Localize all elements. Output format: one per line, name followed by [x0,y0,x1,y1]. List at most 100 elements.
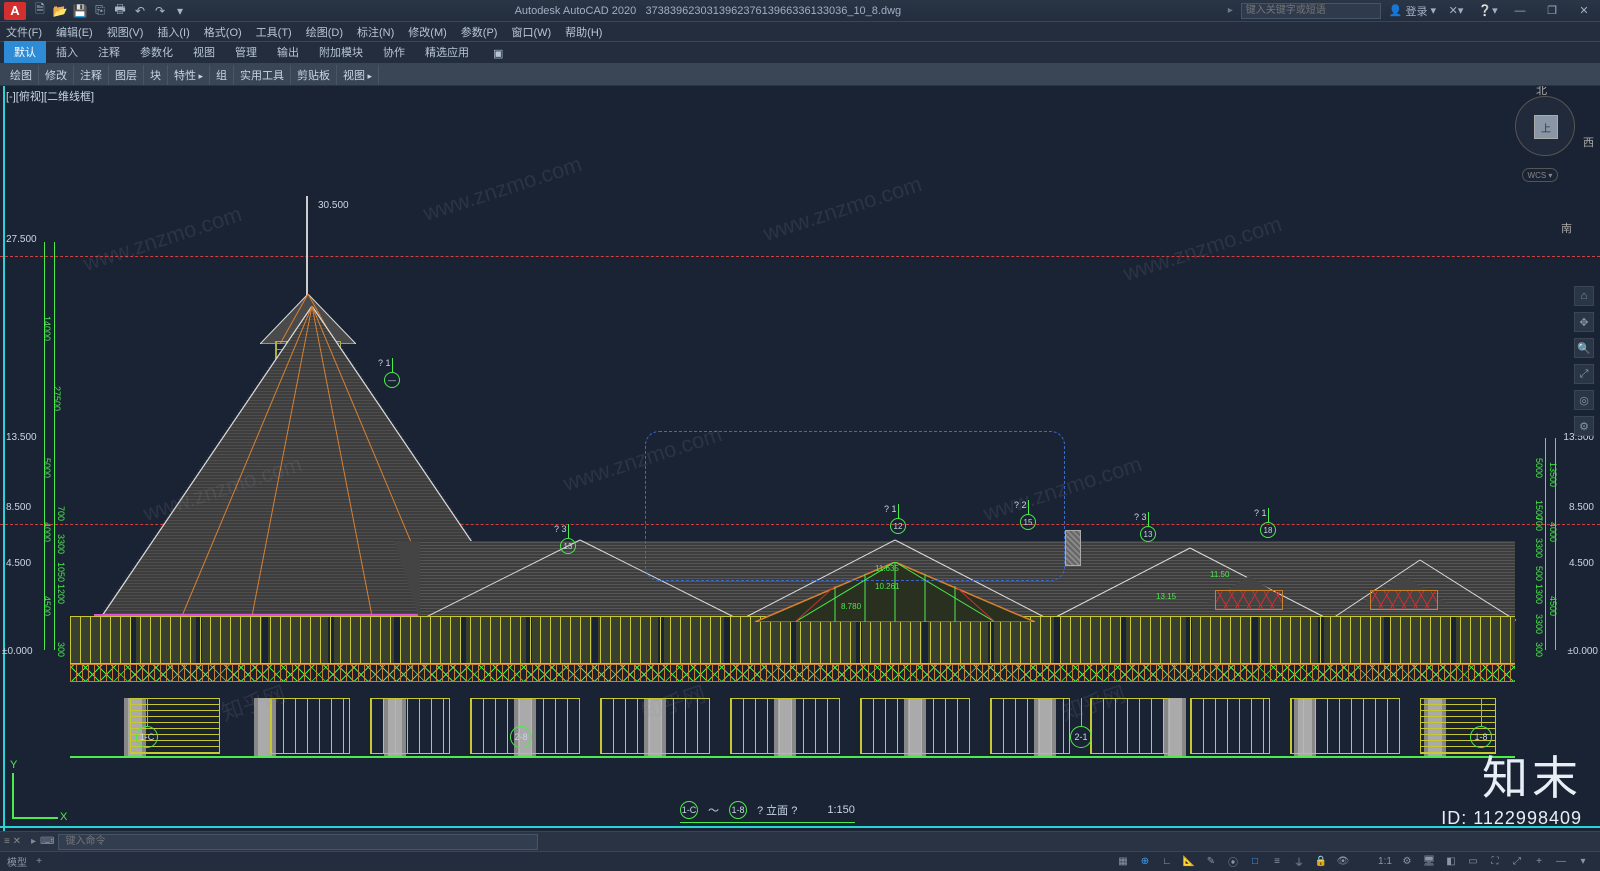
nav-wheel-icon[interactable]: ◎ [1574,390,1594,410]
help-icon[interactable]: ❔▾ [1476,2,1500,20]
maximize-button[interactable]: ❐ [1540,2,1564,20]
menu-window[interactable]: 窗口(W) [511,24,551,40]
ribbon-tab-strip: 默认 插入 注释 参数化 视图 管理 输出 附加模块 协作 精选应用 ▣ [0,42,1600,64]
sb-grid-icon[interactable]: ▦ [1113,854,1133,870]
qat-save-icon[interactable]: 💾 [72,3,88,19]
panel-annotate[interactable]: 注释 [74,65,109,85]
panel-group[interactable]: 组 [210,65,234,85]
sb-iso-icon[interactable]: 👁 [1333,854,1353,870]
menu-parametric[interactable]: 参数(P) [461,24,498,40]
menu-tools[interactable]: 工具(T) [256,24,292,40]
menu-file[interactable]: 文件(F) [6,24,42,40]
section-mark-4: ? 215 [1020,514,1040,534]
nav-settings-icon[interactable]: ⚙ [1574,416,1594,436]
menu-dimension[interactable]: 标注(N) [357,24,394,40]
panel-properties[interactable]: 特性 [168,65,210,85]
qat-print-icon[interactable]: 🖶 [112,3,128,19]
qat-dropdown-icon[interactable]: ▾ [172,3,188,19]
panel-layer[interactable]: 图层 [109,65,144,85]
panel-block[interactable]: 块 [144,65,168,85]
viewcube-south[interactable]: 南 [1561,220,1572,236]
elev-right-8500: 8.500 [1569,502,1594,513]
ribbon-tab-default[interactable]: 默认 [4,41,46,63]
sb-fullscreen-icon[interactable]: ⤢ [1507,854,1527,870]
sb-ortho-icon[interactable]: ∟ [1157,854,1177,870]
ribbon-tab-insert[interactable]: 插入 [46,41,88,63]
nav-orbit-icon[interactable]: ⤢ [1574,364,1594,384]
ribbon-tab-view[interactable]: 视图 [183,41,225,63]
viewport-controls[interactable]: [-][俯视][二维线框] [6,88,94,104]
model-tab[interactable]: 模型 [7,854,27,870]
menu-view[interactable]: 视图(V) [107,24,144,40]
menu-modify[interactable]: 修改(M) [408,24,447,40]
panel-view[interactable]: 视图 [337,65,379,85]
selection-highlight [645,431,1065,581]
viewcube-ring[interactable]: 上 [1515,96,1575,156]
cmd-handle-icon[interactable]: ≡ ✕ [4,836,21,847]
panel-clipboard[interactable]: 剪贴板 [291,65,337,85]
sb-custom-add[interactable]: + [1529,854,1549,870]
sb-osnap-icon[interactable]: ✎ [1201,854,1221,870]
sb-lock-icon[interactable]: 🔒 [1311,854,1331,870]
app-logo[interactable]: A [4,2,26,20]
ribbon-tab-output[interactable]: 输出 [267,41,309,63]
close-button[interactable]: ✕ [1572,2,1596,20]
qat-open-icon[interactable]: 📂 [52,3,68,19]
axis-2-8: 2-8 [510,698,532,748]
panel-draw[interactable]: 绘图 [4,65,39,85]
sb-dyn-icon[interactable]: □ [1245,854,1265,870]
viewcube-west[interactable]: 西 [1583,134,1594,150]
door-1 [270,698,350,754]
command-input[interactable] [58,834,538,850]
panel-utilities[interactable]: 实用工具 [234,65,291,85]
sb-snap-icon[interactable]: ⊕ [1135,854,1155,870]
sb-scale[interactable]: 1:1 [1375,854,1395,870]
ribbon-tab-parametric[interactable]: 参数化 [130,41,183,63]
ribbon-tab-manage[interactable]: 管理 [225,41,267,63]
sb-gear-icon[interactable]: ⚙ [1397,854,1417,870]
sb-lwt-icon[interactable]: ≡ [1267,854,1287,870]
qat-undo-icon[interactable]: ↶ [132,3,148,19]
sb-custom-menu[interactable]: ▾ [1573,854,1593,870]
sb-polar-icon[interactable]: 📐 [1179,854,1199,870]
menu-help[interactable]: 帮助(H) [565,24,602,40]
login-button[interactable]: 👤 登录 ▾ [1389,3,1436,19]
viewcube-top-face[interactable]: 上 [1534,115,1558,139]
sb-clean-icon[interactable]: ⛶ [1485,854,1505,870]
sb-workspace-icon[interactable]: ◧ [1441,854,1461,870]
viewcube[interactable]: 北 上 西 南 WCS ▾ [1510,96,1580,206]
ribbon-collapse-button[interactable]: ▣ [483,44,513,63]
door-5 [730,698,840,754]
sb-otrack-icon[interactable]: ⦿ [1223,854,1243,870]
nav-pan-icon[interactable]: ✥ [1574,312,1594,332]
ribbon-tab-collab[interactable]: 协作 [373,41,415,63]
exchange-icon[interactable]: ✕▾ [1444,2,1468,20]
sb-monitor-icon[interactable]: 🖥 [1419,854,1439,870]
menu-bar: 文件(F) 编辑(E) 视图(V) 插入(I) 格式(O) 工具(T) 绘图(D… [0,22,1600,42]
menu-edit[interactable]: 编辑(E) [56,24,93,40]
sb-custom-min[interactable]: — [1551,854,1571,870]
qat-new-icon[interactable]: 🗎 [32,3,48,19]
panel-modify[interactable]: 修改 [39,65,74,85]
menu-draw[interactable]: 绘图(D) [306,24,343,40]
layout-add[interactable]: + [29,854,49,870]
sb-transparency-icon[interactable]: ⏚ [1289,854,1309,870]
ribbon-tab-annotate[interactable]: 注释 [88,41,130,63]
nav-home-icon[interactable]: ⌂ [1574,286,1594,306]
dormer-2-window [1370,590,1438,610]
ribbon-tab-addins[interactable]: 附加模块 [309,41,373,63]
sb-annomon-icon[interactable]: ▭ [1463,854,1483,870]
menu-format[interactable]: 格式(O) [204,24,242,40]
qat-saveas-icon[interactable]: ⎘ [92,3,108,19]
axis-1-8: 1-8 [1470,698,1492,748]
ribbon-tab-featured[interactable]: 精选应用 [415,41,479,63]
title-axis-end: 1-8 [729,801,747,819]
help-search-input[interactable] [1241,3,1381,19]
minimize-button[interactable]: — [1508,2,1532,20]
title-label: ? 立面 ? [757,802,797,818]
menu-insert[interactable]: 插入(I) [157,24,189,40]
viewcube-wcs[interactable]: WCS ▾ [1522,168,1558,182]
nav-zoom-icon[interactable]: 🔍 [1574,338,1594,358]
drawing-canvas[interactable]: 北 上 西 南 WCS ▾ ⌂ ✥ 🔍 ⤢ ◎ ⚙ 27.500 13.500 … [0,86,1600,831]
qat-redo-icon[interactable]: ↷ [152,3,168,19]
